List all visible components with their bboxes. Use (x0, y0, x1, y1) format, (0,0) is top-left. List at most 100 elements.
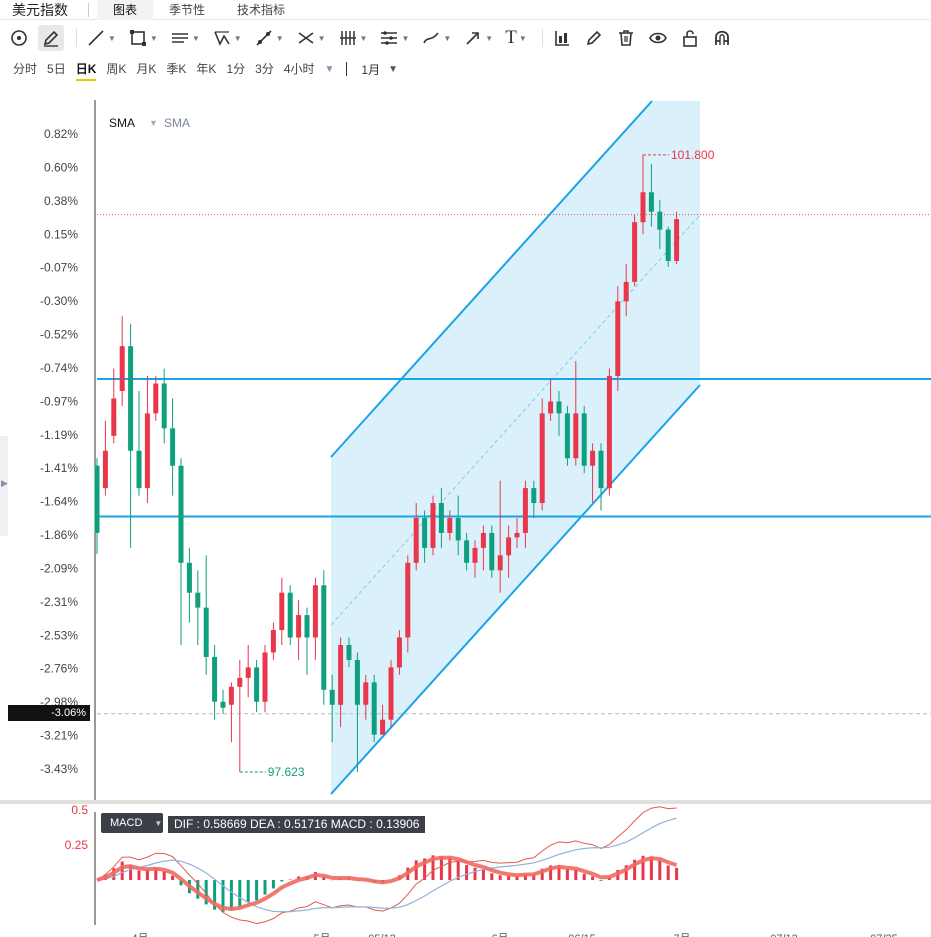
x-tick-label: 4月 (131, 933, 148, 937)
range-caret-icon[interactable]: ▼ (388, 64, 398, 75)
sma-caret-icon[interactable]: ▼ (149, 118, 158, 128)
tab-chart[interactable]: 图表 (97, 0, 154, 20)
fibonacci-icon[interactable]: ▼ (293, 25, 329, 51)
candle-body (153, 383, 159, 414)
trash-icon[interactable] (613, 25, 639, 51)
period-monthly[interactable]: 月K (136, 57, 156, 81)
candle-body (674, 219, 680, 261)
candle-body (245, 667, 251, 678)
pattern-icon[interactable]: ▼ (209, 25, 245, 51)
y-tick-label: -0.30% (40, 294, 78, 308)
pencil-icon[interactable] (38, 25, 64, 51)
macd-label: MACD (110, 817, 143, 829)
trendline-icon[interactable]: ▼ (83, 25, 119, 51)
y-tick-label: -2.53% (40, 628, 78, 642)
y-tick-label: -1.19% (40, 428, 78, 442)
toolbar-divider (76, 29, 77, 47)
brush-icon[interactable]: ▼ (418, 25, 454, 51)
sma-legend-label-2[interactable]: SMA (164, 116, 190, 130)
candle-body (237, 677, 243, 687)
y-tick-label: 0.82% (44, 127, 78, 141)
eye-icon[interactable] (645, 25, 671, 51)
period-bar: 分时 5日 日K 周K 月K 季K 年K 1分 3分 4小时 ▼ 1月 ▼ (0, 56, 931, 82)
y-tick-label: 0.60% (44, 160, 78, 174)
y-tick-label: -2.31% (40, 595, 78, 609)
parallel-lines-icon[interactable]: ▼ (167, 25, 203, 51)
candle-body (203, 607, 209, 657)
candle-body (312, 585, 318, 638)
candle-body (304, 615, 310, 638)
y-tick-label: -3.43% (40, 762, 78, 776)
period-5day[interactable]: 5日 (47, 57, 66, 81)
candle-body (464, 540, 470, 563)
x-tick-label: 5月 (313, 933, 330, 937)
candle-body (380, 719, 386, 735)
candle-body (657, 211, 663, 230)
ruler-icon[interactable]: ▼ (376, 25, 412, 51)
rectangle-icon[interactable]: ▼ (125, 25, 161, 51)
measure-icon[interactable]: ▼ (251, 25, 287, 51)
candle-body (321, 585, 327, 690)
bar-chart-icon[interactable] (549, 25, 575, 51)
candle-body (489, 532, 495, 571)
period-weekly[interactable]: 周K (106, 57, 126, 81)
tab-indicators[interactable]: 技术指标 (221, 0, 301, 20)
candle-body (254, 667, 260, 702)
candle-body (270, 630, 276, 653)
period-intraday[interactable]: 分时 (13, 57, 37, 81)
candle-body (632, 222, 638, 282)
period-4hour[interactable]: 4小时 (284, 57, 315, 81)
x-tick-label: 06/15 (568, 933, 596, 937)
gann-icon[interactable]: ▼ (335, 25, 371, 51)
candle-body (371, 682, 377, 735)
candle-body (287, 592, 293, 638)
circle-tool-icon[interactable] (6, 25, 32, 51)
y-tick-label: -1.86% (40, 528, 78, 542)
edit-icon[interactable] (581, 25, 607, 51)
candle-body (228, 686, 234, 705)
candle-body (640, 192, 646, 223)
drawing-toolbar: ▼ ▼ ▼ ▼ ▼ ▼ ▼ ▼ ▼ ▼ T ▼ (0, 24, 931, 52)
candle-body (472, 547, 478, 563)
candle-body (329, 689, 335, 705)
sma-legend: SMA ▼ SMA (109, 116, 190, 130)
price-chart[interactable]: 0.82% 0.60% 0.38% 0.15% -0.07% -0.30% -0.52% -0… (0, 90, 931, 937)
candle-body (128, 346, 134, 451)
period-1min[interactable]: 1分 (226, 57, 245, 81)
low-annotation: 97.623 (268, 765, 305, 779)
x-tick-label: 07/25 (870, 933, 898, 937)
candle-body (623, 281, 629, 302)
text-icon[interactable]: T ▼ (502, 25, 530, 51)
side-panel-handle[interactable]: ▶ (0, 436, 8, 536)
candle-body (480, 532, 486, 548)
lock-icon[interactable] (677, 25, 703, 51)
y-tick-label: -2.09% (40, 561, 78, 575)
high-annotation: 101.800 (671, 148, 715, 162)
period-3min[interactable]: 3分 (255, 57, 274, 81)
period-daily[interactable]: 日K (75, 57, 97, 81)
tab-seasonality[interactable]: 季节性 (153, 0, 221, 20)
sma-legend-label[interactable]: SMA (109, 116, 135, 130)
chevron-down-icon: ▼ (154, 818, 163, 828)
tab-divider (88, 2, 89, 17)
candle-body (195, 592, 201, 608)
candle-body (548, 401, 554, 414)
candle-body (539, 413, 545, 504)
candle-body (438, 503, 444, 533)
macd-smoothed-line (96, 855, 678, 912)
period-yearly[interactable]: 年K (196, 57, 216, 81)
candle-body (388, 667, 394, 720)
candle-body (590, 450, 596, 466)
arrow-icon[interactable]: ▼ (460, 25, 496, 51)
magnet-icon[interactable] (709, 25, 735, 51)
candle-body (338, 644, 344, 705)
period-quarterly[interactable]: 季K (166, 57, 186, 81)
range-selector[interactable]: 1月 (361, 61, 380, 78)
period-divider (346, 62, 348, 76)
macd-indicator-button[interactable]: MACD ▼ (101, 813, 163, 833)
candle-body (279, 592, 285, 631)
period-more-dropdown[interactable]: ▼ (325, 64, 335, 75)
candle-body (581, 413, 587, 466)
y-tick-label: -1.41% (40, 461, 78, 475)
candle-body (606, 376, 612, 489)
